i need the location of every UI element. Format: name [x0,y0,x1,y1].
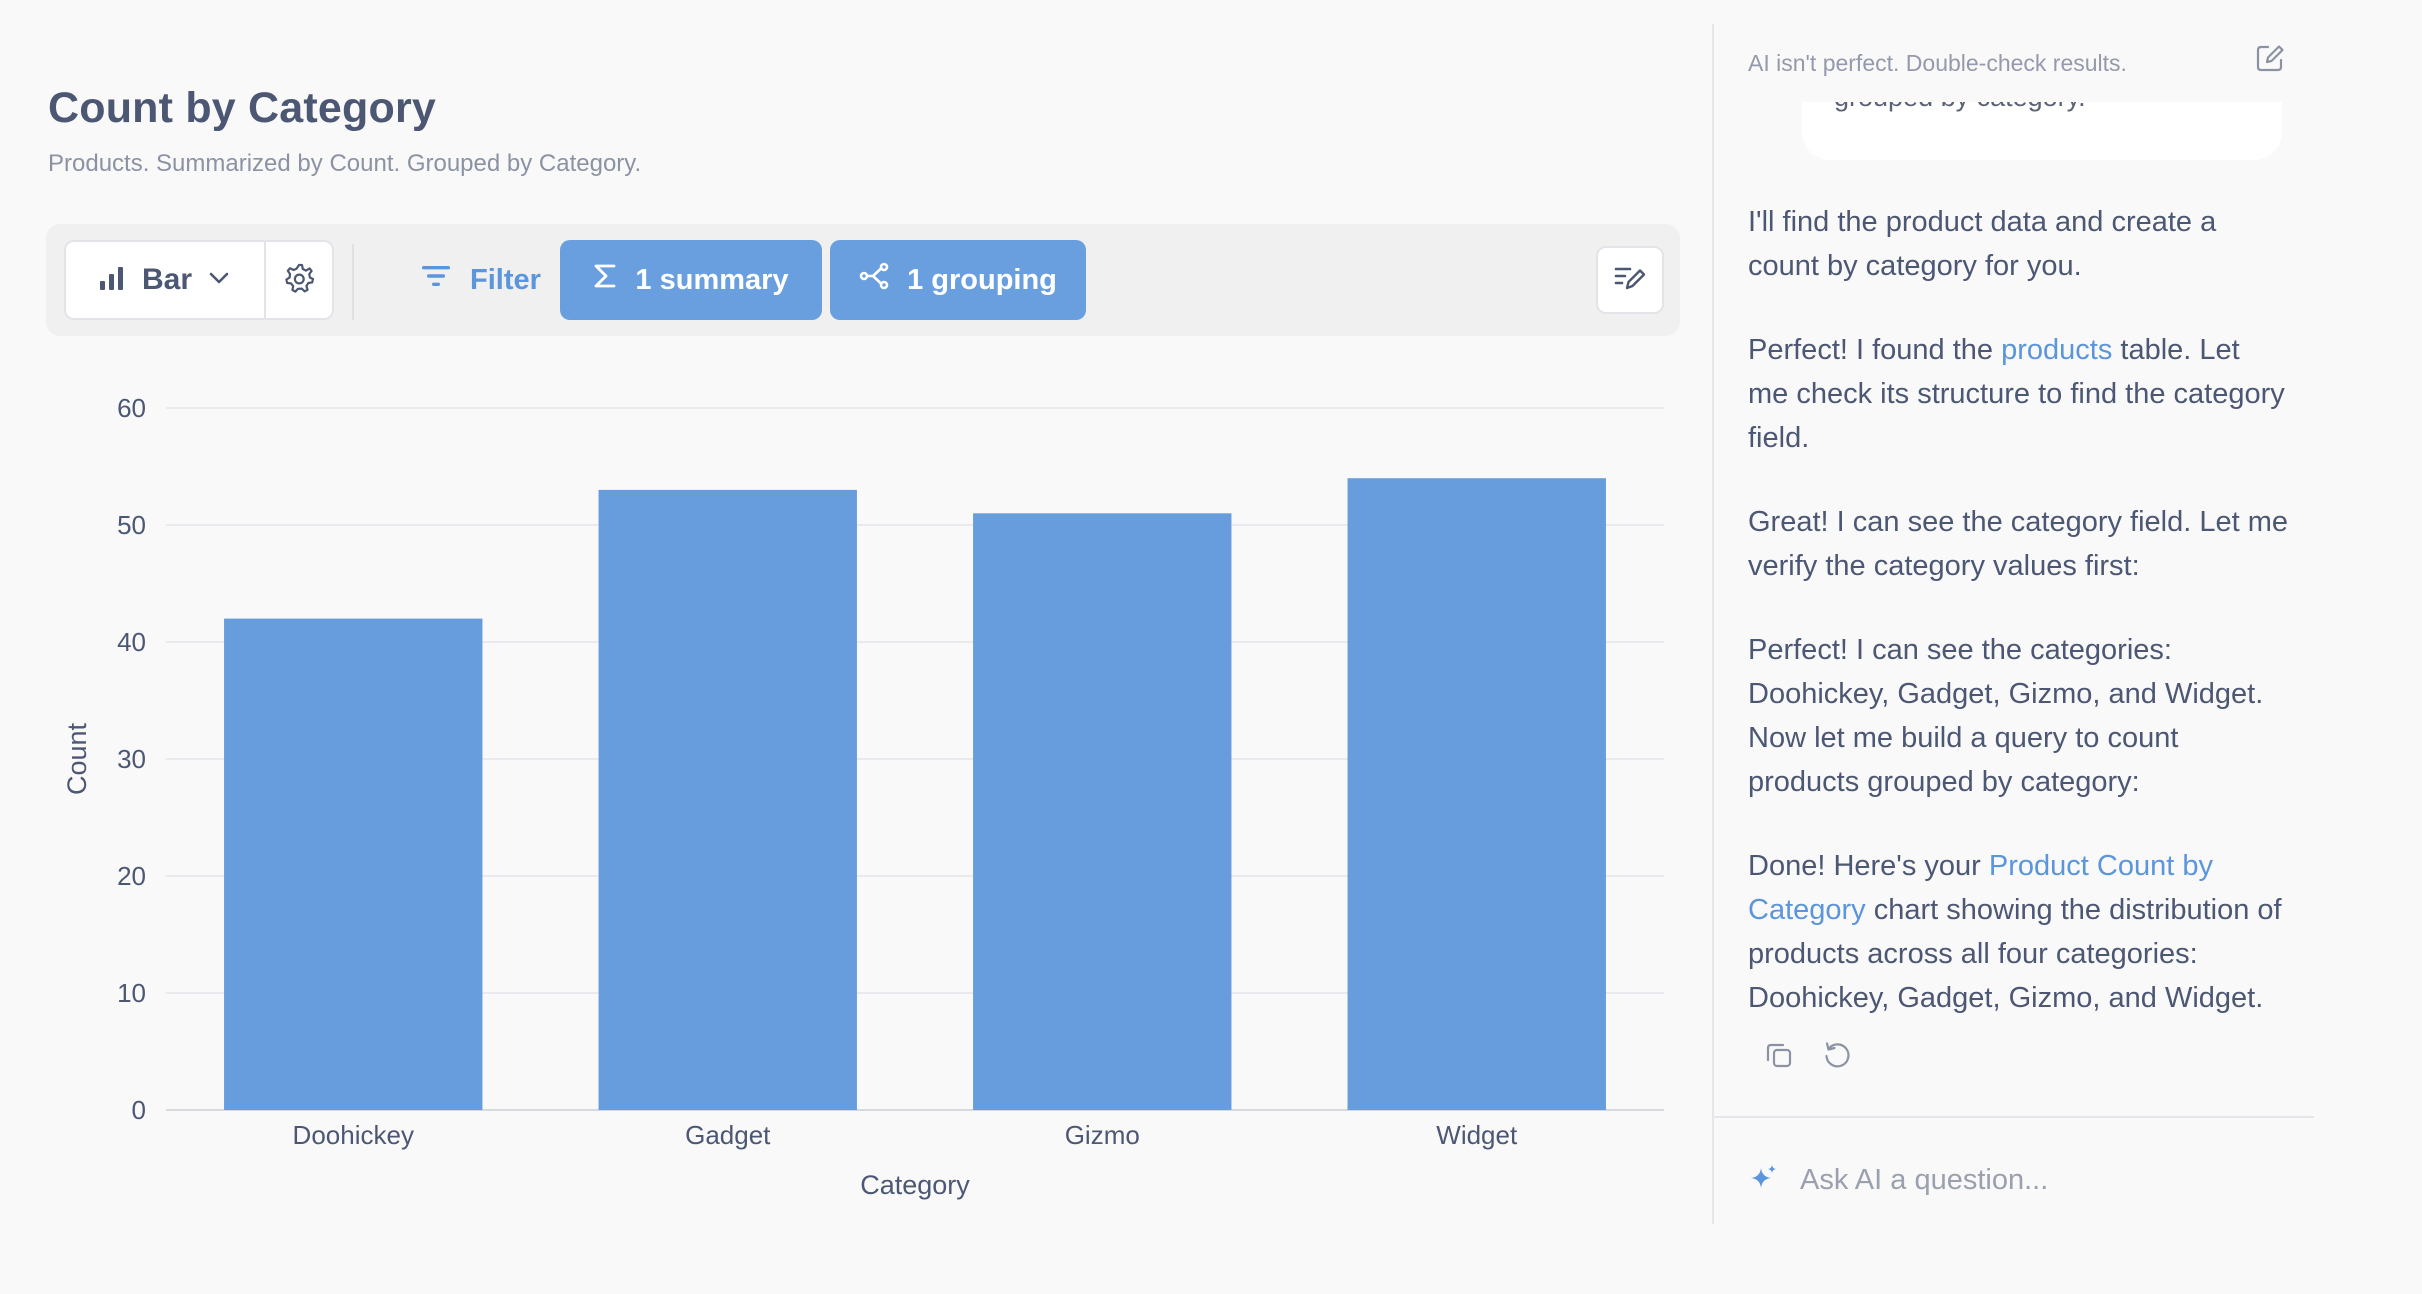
bar-gadget[interactable] [598,489,857,1110]
filter-label: Filter [470,263,541,296]
new-conversation-button[interactable] [2250,40,2290,80]
copy-icon [1764,1040,1794,1075]
message-text: Great! I can see the category field. Let… [1748,506,2289,582]
y-tick-label: 0 [132,1095,146,1125]
bar-chart-icon [98,265,126,296]
bar-doohickey[interactable] [224,618,483,1110]
toolbar-divider [352,244,354,320]
ai-disclaimer: AI isn't perfect. Double-check results. [1748,50,2127,76]
x-axis-title: Category [860,1170,970,1200]
bar-chart-svg: 0 10 20 30 40 50 60 Doohickey Gadget Gizmo Widget C… [62,393,1664,1200]
assistant-messages: I'll find the product data and create a … [1748,200,2288,1060]
message-text: I'll find the product data and create a … [1748,206,2217,282]
y-tick-label: 40 [117,627,146,657]
x-tick-label: Doohickey [293,1120,414,1150]
visualization-selector: Bar [64,240,334,320]
chart-settings-button[interactable] [266,242,332,318]
y-tick-label: 10 [117,978,146,1008]
notebook-editor-button[interactable] [1596,246,1664,314]
message-text: Perfect! I can see the categories: Doohi… [1748,634,2264,798]
sparkle-icon [1748,1163,1778,1198]
summary-label: 1 summary [635,263,789,296]
filter-icon [420,263,452,297]
user-message-text: grouped by category. [1834,102,2086,113]
bar-chart: 0 10 20 30 40 50 60 Doohickey Gadget Gizmo Widget C… [0,370,1712,1230]
input-divider [1714,1116,2314,1118]
copy-button[interactable] [1760,1038,1798,1076]
assistant-message: Perfect! I found the products table. Let… [1748,328,2288,460]
sigma-icon [593,262,617,298]
user-message-bubble: grouped by category. [1802,102,2282,160]
ask-ai-input[interactable] [1800,1163,2260,1197]
y-tick-label: 20 [117,861,146,891]
edit-notebook-icon [1613,263,1647,298]
y-tick-label: 60 [117,393,146,423]
assistant-message: Done! Here's your Product Count by Categ… [1748,844,2288,1020]
message-link[interactable]: products [2001,334,2112,366]
assistant-message: Perfect! I can see the categories: Doohi… [1748,628,2288,804]
message-text: Perfect! I found the [1748,334,2002,366]
chart-type-label: Bar [142,263,193,296]
regenerate-button[interactable] [1818,1038,1856,1076]
grouping-button[interactable]: 1 grouping [830,240,1086,320]
message-actions [1760,1038,1856,1076]
main-area: Count by Category Products. Summarized b… [0,0,1712,1294]
group-branch-icon [859,262,889,298]
ask-ai-bar [1748,1154,2288,1206]
grouping-label: 1 grouping [907,263,1057,296]
message-text: Done! Here's your [1748,850,1989,882]
y-axis-title: Count [62,722,92,795]
x-tick-label: Widget [1436,1120,1518,1150]
y-tick-label: 50 [117,510,146,540]
assistant-message: I'll find the product data and create a … [1748,200,2288,288]
ai-assistant-panel: AI isn't perfect. Double-check results. … [1712,24,2314,1224]
page-title: Count by Category [48,84,437,132]
filter-button[interactable]: Filter [398,240,563,320]
refresh-icon [1822,1040,1852,1075]
query-toolbar: Bar Filter 1 summary 1 grouping [46,224,1680,336]
bar-gizmo[interactable] [973,513,1232,1110]
page-subtitle: Products. Summarized by Count. Grouped b… [48,150,642,177]
y-tick-label: 30 [117,744,146,774]
chart-type-button[interactable]: Bar [66,242,266,318]
gear-icon [283,262,315,299]
x-tick-label: Gizmo [1065,1120,1140,1150]
chevron-down-icon [208,271,230,290]
page: Count by Category Products. Summarized b… [0,0,2422,1294]
assistant-message: Great! I can see the category field. Let… [1748,500,2288,588]
edit-icon [2255,43,2285,78]
summary-button[interactable]: 1 summary [560,240,822,320]
bar-widget[interactable] [1347,478,1606,1110]
x-tick-label: Gadget [685,1120,771,1150]
